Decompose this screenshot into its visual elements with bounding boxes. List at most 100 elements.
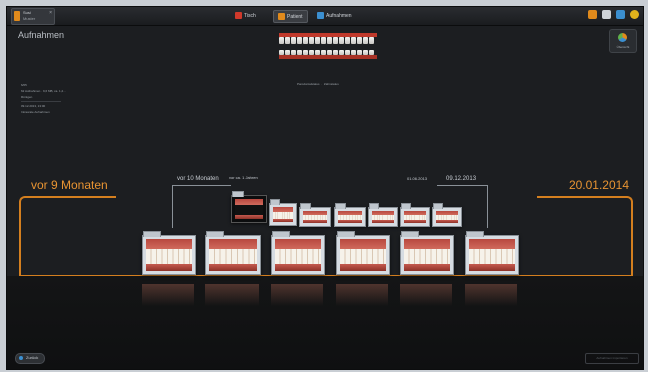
right-bracket xyxy=(537,196,633,276)
page-title: Aufnahmen xyxy=(18,30,65,40)
photo-folder[interactable] xyxy=(231,191,267,223)
patient-icon xyxy=(14,11,20,21)
left-bracket xyxy=(19,196,116,276)
photo-folder[interactable] xyxy=(432,203,462,227)
overview-icon xyxy=(618,33,627,42)
tooth[interactable] xyxy=(279,50,284,55)
tooth[interactable] xyxy=(279,37,284,44)
photo-folder[interactable] xyxy=(271,231,325,275)
tooth[interactable] xyxy=(351,37,356,44)
nav-aufnahmen[interactable]: Aufnahmen xyxy=(317,10,352,21)
tooth[interactable] xyxy=(351,50,356,55)
tooth[interactable] xyxy=(333,50,338,55)
reflection xyxy=(142,284,194,306)
tooth[interactable] xyxy=(339,50,344,55)
tooth[interactable] xyxy=(327,37,332,44)
overview-button[interactable]: Übersicht xyxy=(609,29,637,53)
photo-folder[interactable] xyxy=(334,203,366,227)
tooth[interactable] xyxy=(291,50,296,55)
divider xyxy=(21,101,61,102)
legend-parodontal[interactable]: Parodontalstatus xyxy=(297,82,320,86)
nav-tisch-label: Tisch xyxy=(244,12,256,19)
reflection xyxy=(336,284,388,306)
photo-folder[interactable] xyxy=(142,231,196,275)
tisch-icon xyxy=(235,12,242,19)
toolbar-icons xyxy=(588,10,639,19)
back-label: Zurück xyxy=(26,355,39,360)
tooth[interactable] xyxy=(363,50,368,55)
tooth[interactable] xyxy=(345,37,350,44)
tooth[interactable] xyxy=(327,50,332,55)
tooth[interactable] xyxy=(363,37,368,44)
tooth[interactable] xyxy=(315,37,320,44)
patient-nav-icon xyxy=(278,13,285,20)
close-icon[interactable]: × xyxy=(49,10,52,16)
mid-left-small-label: vor ca. 1 Jahren xyxy=(229,175,258,180)
mid-right-small-label: 01.06.2013 xyxy=(407,176,428,181)
photo-folder[interactable] xyxy=(205,231,261,275)
timeline-left-label: vor 9 Monaten xyxy=(31,178,108,192)
tooth[interactable] xyxy=(321,37,326,44)
timeline-baseline xyxy=(19,275,631,276)
tooth[interactable] xyxy=(357,37,362,44)
patient-tab[interactable]: Susi Muster × xyxy=(11,8,55,25)
reflection xyxy=(400,284,452,306)
reflection xyxy=(205,284,259,306)
tooth[interactable] xyxy=(297,37,302,44)
nav-patient-label: Patient xyxy=(287,13,303,20)
tooth[interactable] xyxy=(297,50,302,55)
session-info: 6/05 62 Aufnahmen · 9,6 MB, ca. 1,2... R… xyxy=(21,82,66,115)
app-window: Susi Muster × Tisch Patient Aufnahmen Au… xyxy=(6,6,644,370)
tooth[interactable] xyxy=(315,50,320,55)
reflection xyxy=(271,284,323,306)
chart-legend: Parodontalstatus · Zahnstatus xyxy=(297,82,339,86)
tooth[interactable] xyxy=(357,50,362,55)
photo-folder[interactable] xyxy=(400,203,430,227)
nav-patient[interactable]: Patient xyxy=(273,10,308,23)
tooth[interactable] xyxy=(369,50,374,55)
photo-folder[interactable] xyxy=(400,231,454,275)
mid-right-label: 09.12.2013 xyxy=(446,176,477,182)
patient-tab-subname: Muster xyxy=(23,16,36,21)
import-label: Aufnahmen importieren xyxy=(596,356,628,360)
photo-folder[interactable] xyxy=(368,203,398,227)
dental-chart[interactable] xyxy=(279,33,377,59)
reflection xyxy=(465,284,517,306)
photo-folder[interactable] xyxy=(465,231,519,275)
tooth[interactable] xyxy=(369,37,374,44)
legend-zahnstatus[interactable]: Zahnstatus xyxy=(324,82,339,86)
user-icon[interactable] xyxy=(630,10,639,19)
overview-label: Übersicht xyxy=(616,45,630,49)
tooth[interactable] xyxy=(345,50,350,55)
tooth[interactable] xyxy=(339,37,344,44)
pen-icon[interactable] xyxy=(588,10,597,19)
back-button[interactable]: Zurück xyxy=(15,353,45,364)
top-bar: Susi Muster × Tisch Patient Aufnahmen xyxy=(7,7,643,26)
document-icon[interactable] xyxy=(602,10,611,19)
tooth[interactable] xyxy=(303,37,308,44)
import-button[interactable]: Aufnahmen importieren xyxy=(585,353,639,364)
aufnahmen-icon xyxy=(317,12,324,19)
tooth[interactable] xyxy=(291,37,296,44)
tooth[interactable] xyxy=(285,50,290,55)
tooth[interactable] xyxy=(285,37,290,44)
nav-tisch[interactable]: Tisch xyxy=(235,10,256,21)
tooth[interactable] xyxy=(309,50,314,55)
back-icon xyxy=(19,356,23,360)
photo-folder[interactable] xyxy=(336,231,390,275)
nav-aufnahmen-label: Aufnahmen xyxy=(326,12,352,19)
tooth[interactable] xyxy=(321,50,326,55)
mid-left-bracket xyxy=(172,185,231,228)
photo-folder[interactable] xyxy=(269,199,297,226)
info-line-3: Röntgen xyxy=(21,95,33,99)
info-line-5: Intraorale Aufnahmen xyxy=(21,110,50,114)
patient-tab-name: Susi xyxy=(23,10,31,15)
screen-icon[interactable] xyxy=(616,10,625,19)
photo-folder[interactable] xyxy=(299,203,331,227)
tooth[interactable] xyxy=(303,50,308,55)
tooth[interactable] xyxy=(333,37,338,44)
tooth[interactable] xyxy=(309,37,314,44)
timeline-right-label: 20.01.2014 xyxy=(568,178,629,192)
mid-left-label: vor 10 Monaten xyxy=(177,176,219,182)
timeline-floor xyxy=(7,276,643,369)
